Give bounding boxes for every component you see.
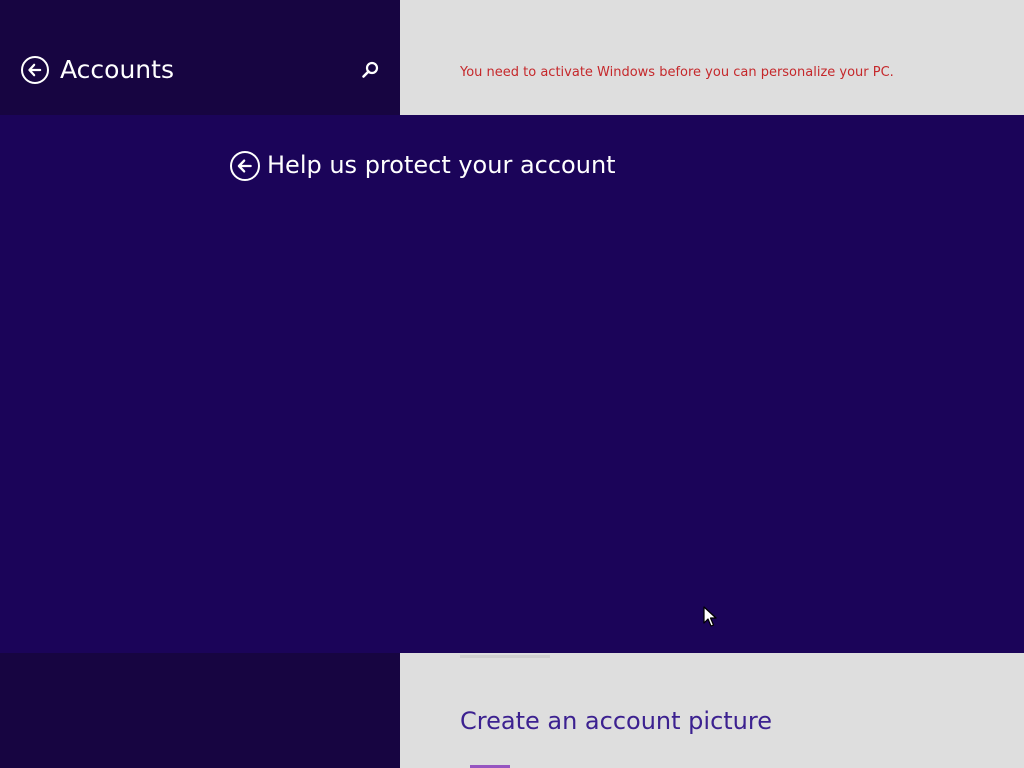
search-glyph bbox=[362, 61, 379, 78]
create-account-picture-heading: Create an account picture bbox=[460, 707, 772, 735]
back-arrow-circle-icon[interactable] bbox=[230, 151, 260, 181]
back-arrow-circle-icon[interactable] bbox=[21, 56, 49, 84]
dialog-title: Help us protect your account bbox=[267, 151, 616, 179]
mouse-pointer-icon bbox=[703, 606, 717, 627]
help-protect-account-dialog: Help us protect your account bbox=[0, 115, 1024, 653]
activation-warning: You need to activate Windows before you … bbox=[460, 65, 894, 80]
pc-settings-window: Accounts You need to activate Windows be… bbox=[0, 0, 1024, 768]
back-arrow-glyph bbox=[28, 63, 42, 77]
back-arrow-glyph bbox=[237, 159, 252, 173]
search-icon[interactable] bbox=[360, 60, 380, 80]
sidebar-header: Accounts bbox=[0, 0, 400, 115]
sidebar-title: Accounts bbox=[60, 55, 174, 84]
divider bbox=[460, 655, 550, 658]
